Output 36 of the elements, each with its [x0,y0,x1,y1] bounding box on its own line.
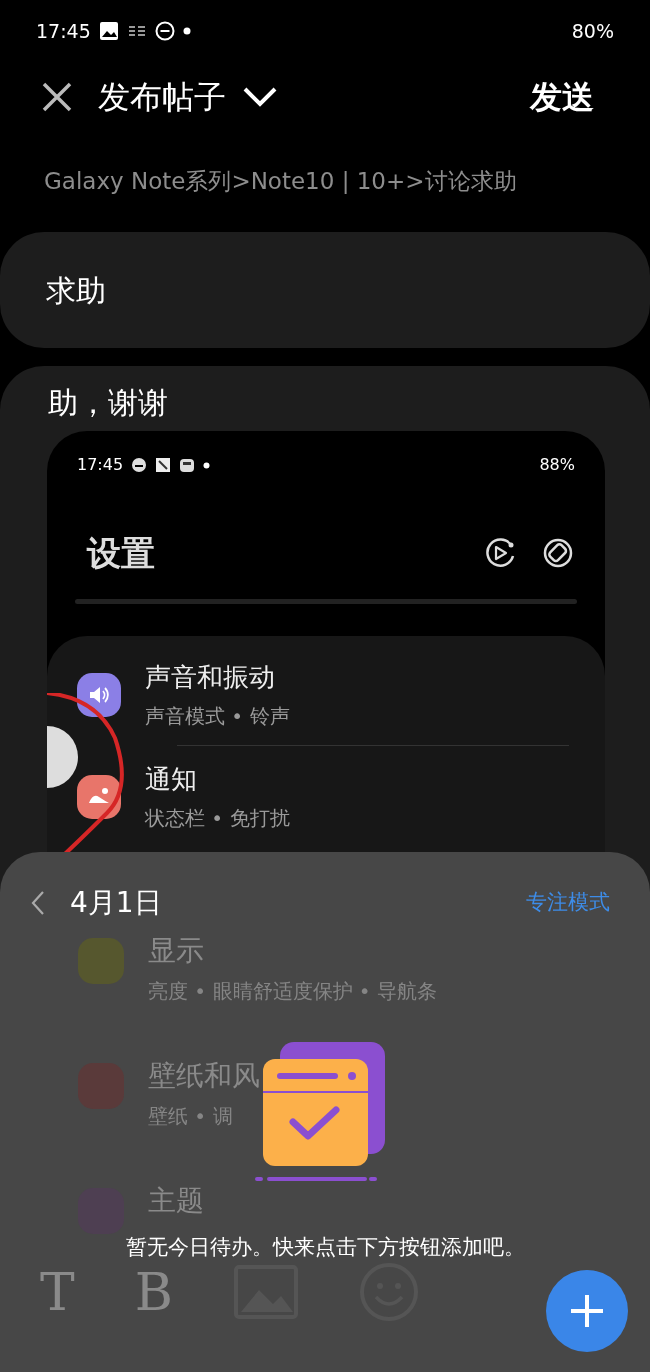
image-icon [155,457,172,473]
item-title: 壁纸和风 [148,1058,260,1094]
title-field[interactable]: 求助 [0,232,650,348]
play-icon[interactable] [483,536,517,570]
post-type-dropdown[interactable]: 发布帖子 [98,73,278,121]
clock-text: 17:45 [77,454,124,476]
page-title: 设置 [87,531,155,575]
picture-icon [98,21,119,41]
item-subtitle: 状态栏 • 免打扰 [145,805,290,832]
close-button[interactable] [40,80,74,114]
item-subtitle: 亮度 • 眼睛舒适度保护 • 导航条 [148,978,438,1005]
back-button[interactable] [30,890,46,916]
vibrate-icon [126,24,147,38]
send-button[interactable]: 发送 [530,73,594,121]
item-subtitle: 声音模式 • 铃声 [145,703,290,730]
clock-text: 17:45 [36,18,91,44]
do-not-disturb-icon [154,21,175,41]
back-icon [30,890,46,916]
battery-text: 80% [571,18,614,44]
dot-icon [203,461,211,469]
body-text: 助，谢谢 [47,384,169,422]
item-subtitle: 壁纸 • 调 [148,1103,234,1130]
empty-message: 暂无今日待办。快来点击下方按钮添加吧。 [124,1234,526,1261]
rotate-icon[interactable] [541,536,575,570]
battery-text: 88% [539,454,575,476]
item-title: 主题 [148,1183,204,1219]
settings-item[interactable]: 声音和振动 声音模式 • 铃声 [77,658,605,731]
breadcrumb-text: Galaxy Note系列>Note10 | 10+>讨论求助 [43,167,518,196]
item-title: 通知 [145,763,198,796]
item-title: 显示 [148,933,205,969]
settings-item[interactable]: 通知 状态栏 • 免打扰 [77,760,605,833]
item-title: 声音和振动 [145,661,276,694]
close-icon [40,80,74,114]
date-text: 4月1日 [70,885,162,921]
chevron-down-icon [242,86,278,108]
dot-icon [182,27,191,35]
